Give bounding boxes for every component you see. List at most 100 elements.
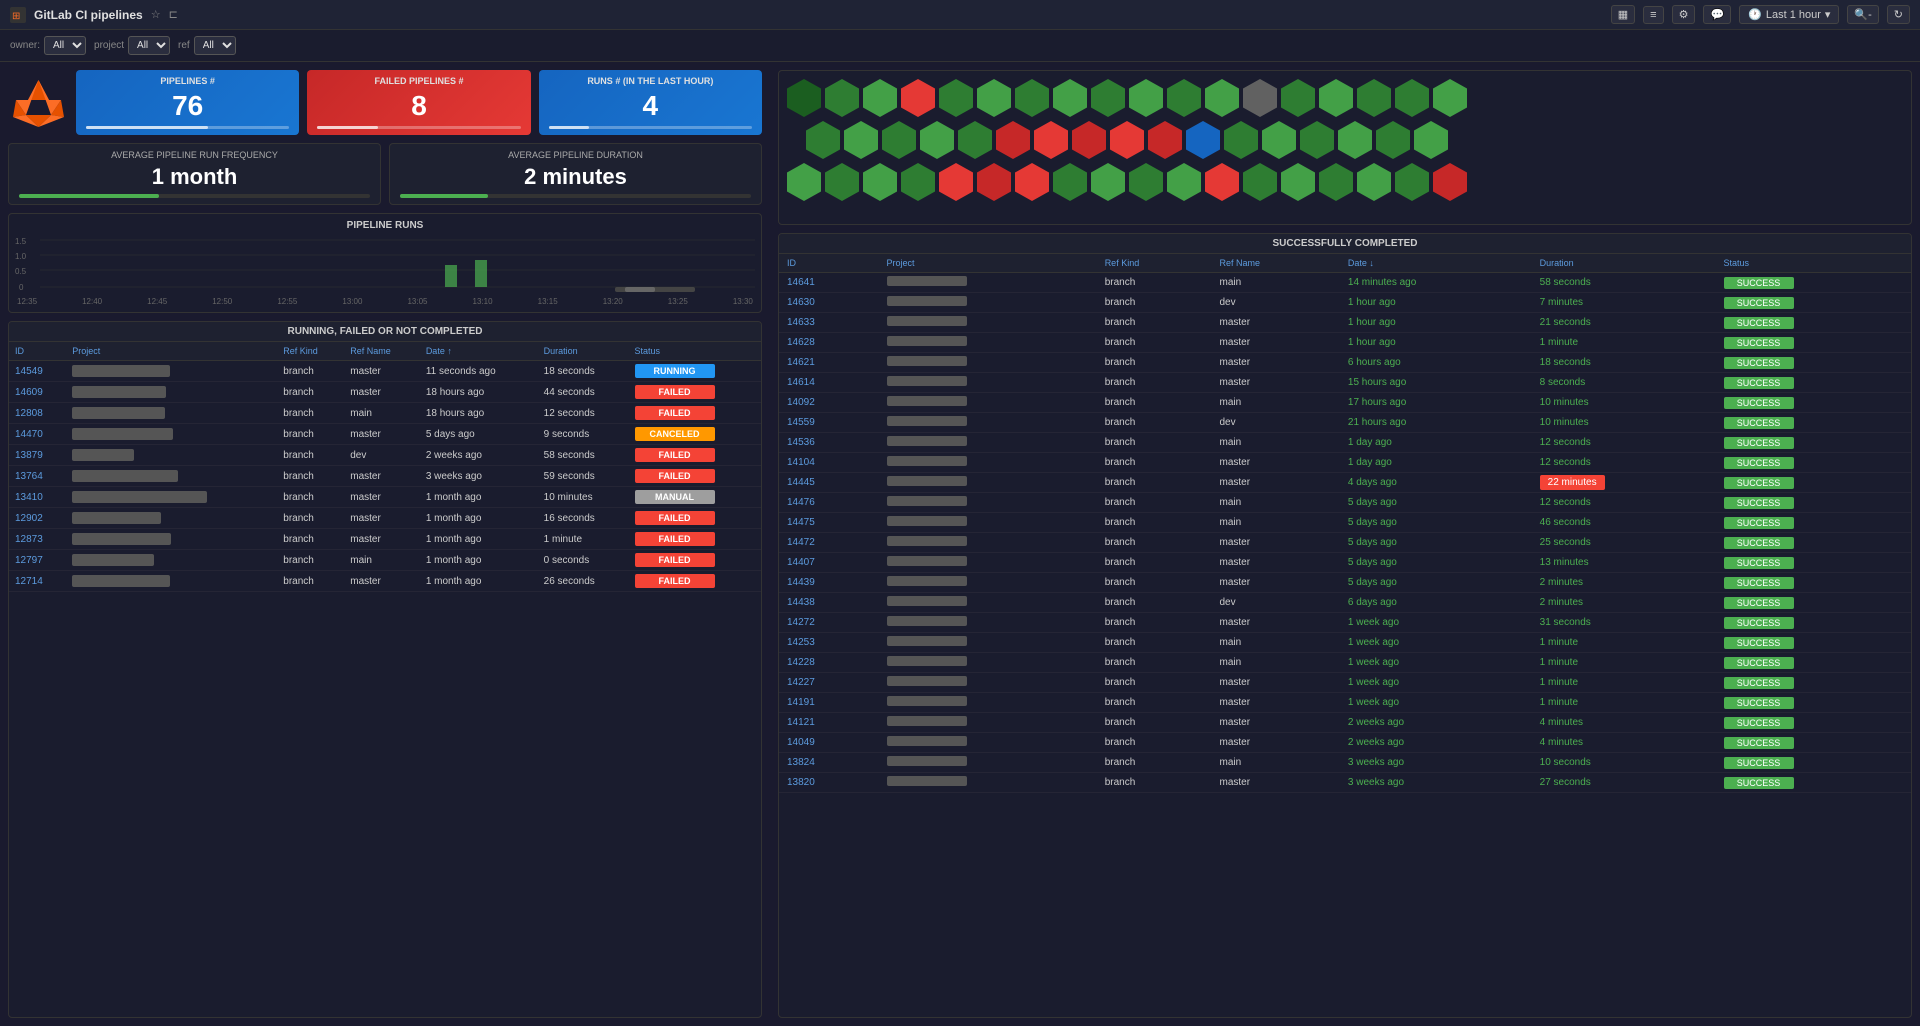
running-project-10: infra/terraform/grafana <box>66 571 277 592</box>
success-date-1: 1 hour ago <box>1340 293 1532 313</box>
success-id-13[interactable]: 14472 <box>779 533 879 553</box>
success-duration-cell-18: 1 minute <box>1532 633 1716 653</box>
hex-1-16 <box>1357 79 1391 117</box>
success-id-3[interactable]: 14628 <box>779 333 879 353</box>
running-project-5: infra/terraform/cloudflare <box>66 466 277 487</box>
success-id-8[interactable]: 14536 <box>779 433 879 453</box>
running-id-8[interactable]: 12873 <box>9 529 66 550</box>
running-id-4[interactable]: 13879 <box>9 445 66 466</box>
success-status-cell-3: SUCCESS <box>1716 333 1911 353</box>
running-id-9[interactable]: 12797 <box>9 550 66 571</box>
success-id-4[interactable]: 14621 <box>779 353 879 373</box>
running-section: RUNNING, FAILED OR NOT COMPLETED ID Proj… <box>8 321 762 1018</box>
success-id-2[interactable]: 14633 <box>779 313 879 333</box>
success-id-9[interactable]: 14104 <box>779 453 879 473</box>
success-project-12 <box>879 513 1097 533</box>
success-id-10[interactable]: 14445 <box>779 473 879 493</box>
success-id-17[interactable]: 14272 <box>779 613 879 633</box>
success-id-14[interactable]: 14407 <box>779 553 879 573</box>
duration-highlight-10: 22 minutes <box>1540 475 1605 490</box>
gitlab-icon: ⊞ <box>10 7 26 23</box>
success-date-23: 2 weeks ago <box>1340 733 1532 753</box>
refresh-btn[interactable]: ↻ <box>1887 5 1910 24</box>
success-id-12[interactable]: 14475 <box>779 513 879 533</box>
success-refkind-6: branch <box>1097 393 1212 413</box>
success-refname-13: master <box>1212 533 1340 553</box>
owner-select[interactable]: All <box>44 36 86 55</box>
time-range-selector[interactable]: 🕐 Last 1 hour ▾ <box>1739 5 1839 24</box>
success-duration-cell-1: 7 minutes <box>1532 293 1716 313</box>
top-bar: ⊞ GitLab CI pipelines ☆ ⊏ ▦ ≡ ⚙ 💬 🕐 Last… <box>0 0 1920 30</box>
success-id-16[interactable]: 14438 <box>779 593 879 613</box>
success-id-0[interactable]: 14641 <box>779 273 879 293</box>
running-date-1: 18 hours ago <box>420 382 538 403</box>
running-id-6[interactable]: 13410 <box>9 487 66 508</box>
success-duration-11: 12 seconds <box>1540 497 1591 508</box>
success-duration-cell-20: 1 minute <box>1532 673 1716 693</box>
ref-select[interactable]: All <box>194 36 236 55</box>
chart-type-btn[interactable]: ▦ <box>1611 5 1635 24</box>
project-label: project <box>94 40 124 51</box>
success-table-scroll[interactable]: ID Project Ref Kind Ref Name Date ↓ Dura… <box>779 254 1911 793</box>
hex-2-1 <box>806 121 840 159</box>
success-status-cell-4: SUCCESS <box>1716 353 1911 373</box>
success-refkind-9: branch <box>1097 453 1212 473</box>
share-icon[interactable]: ⊏ <box>169 8 178 21</box>
failed-stat-card: FAILED PIPELINES # 8 <box>307 70 530 135</box>
success-refkind-19: branch <box>1097 653 1212 673</box>
success-refkind-20: branch <box>1097 673 1212 693</box>
success-table-row: 14536 branch main 1 day ago 12 seconds S… <box>779 433 1911 453</box>
success-id-20[interactable]: 14227 <box>779 673 879 693</box>
success-status-cell-8: SUCCESS <box>1716 433 1911 453</box>
success-id-23[interactable]: 14049 <box>779 733 879 753</box>
hex-1-12 <box>1205 79 1239 117</box>
success-refkind-5: branch <box>1097 373 1212 393</box>
success-id-25[interactable]: 13820 <box>779 773 879 793</box>
project-select[interactable]: All <box>128 36 170 55</box>
success-duration-14: 13 minutes <box>1540 557 1589 568</box>
comment-btn[interactable]: 💬 <box>1703 5 1731 24</box>
success-id-6[interactable]: 14092 <box>779 393 879 413</box>
success-date-14: 5 days ago <box>1340 553 1532 573</box>
success-id-5[interactable]: 14614 <box>779 373 879 393</box>
running-refname-6: master <box>344 487 420 508</box>
success-id-15[interactable]: 14439 <box>779 573 879 593</box>
frequency-title: Average Pipeline Run Frequency <box>19 150 370 160</box>
success-table-row: 14445 branch master 4 days ago 22 minute… <box>779 473 1911 493</box>
success-refname-24: main <box>1212 753 1340 773</box>
running-date-10: 1 month ago <box>420 571 538 592</box>
hex-2-12 <box>1224 121 1258 159</box>
success-id-11[interactable]: 14476 <box>779 493 879 513</box>
runs-stat-card: RUNS # (in the last hour) 4 <box>539 70 762 135</box>
running-id-7[interactable]: 12902 <box>9 508 66 529</box>
success-duration-9: 12 seconds <box>1540 457 1591 468</box>
success-id-1[interactable]: 14630 <box>779 293 879 313</box>
success-duration-19: 1 minute <box>1540 657 1578 668</box>
success-refkind-18: branch <box>1097 633 1212 653</box>
success-date-3: 1 hour ago <box>1340 333 1532 353</box>
zoom-out-btn[interactable]: 🔍- <box>1847 5 1878 24</box>
list-btn[interactable]: ≡ <box>1643 6 1663 24</box>
success-refkind-12: branch <box>1097 513 1212 533</box>
success-date-2: 1 hour ago <box>1340 313 1532 333</box>
s-col-id: ID <box>779 254 879 273</box>
success-id-18[interactable]: 14253 <box>779 633 879 653</box>
running-id-5[interactable]: 13764 <box>9 466 66 487</box>
success-id-21[interactable]: 14191 <box>779 693 879 713</box>
running-id-3[interactable]: 14470 <box>9 424 66 445</box>
success-id-24[interactable]: 13824 <box>779 753 879 773</box>
success-status-cell-1: SUCCESS <box>1716 293 1911 313</box>
running-id-10[interactable]: 12714 <box>9 571 66 592</box>
pipelines-bar <box>86 126 289 129</box>
success-id-19[interactable]: 14228 <box>779 653 879 673</box>
running-id-1[interactable]: 14609 <box>9 382 66 403</box>
success-id-22[interactable]: 14121 <box>779 713 879 733</box>
success-project-24 <box>879 753 1097 773</box>
running-id-0[interactable]: 14549 <box>9 361 66 382</box>
success-id-7[interactable]: 14559 <box>779 413 879 433</box>
star-icon[interactable]: ☆ <box>151 8 161 21</box>
hex-1-15 <box>1319 79 1353 117</box>
settings-btn[interactable]: ⚙ <box>1672 5 1696 24</box>
frequency-value: 1 month <box>19 164 370 190</box>
running-id-2[interactable]: 12808 <box>9 403 66 424</box>
